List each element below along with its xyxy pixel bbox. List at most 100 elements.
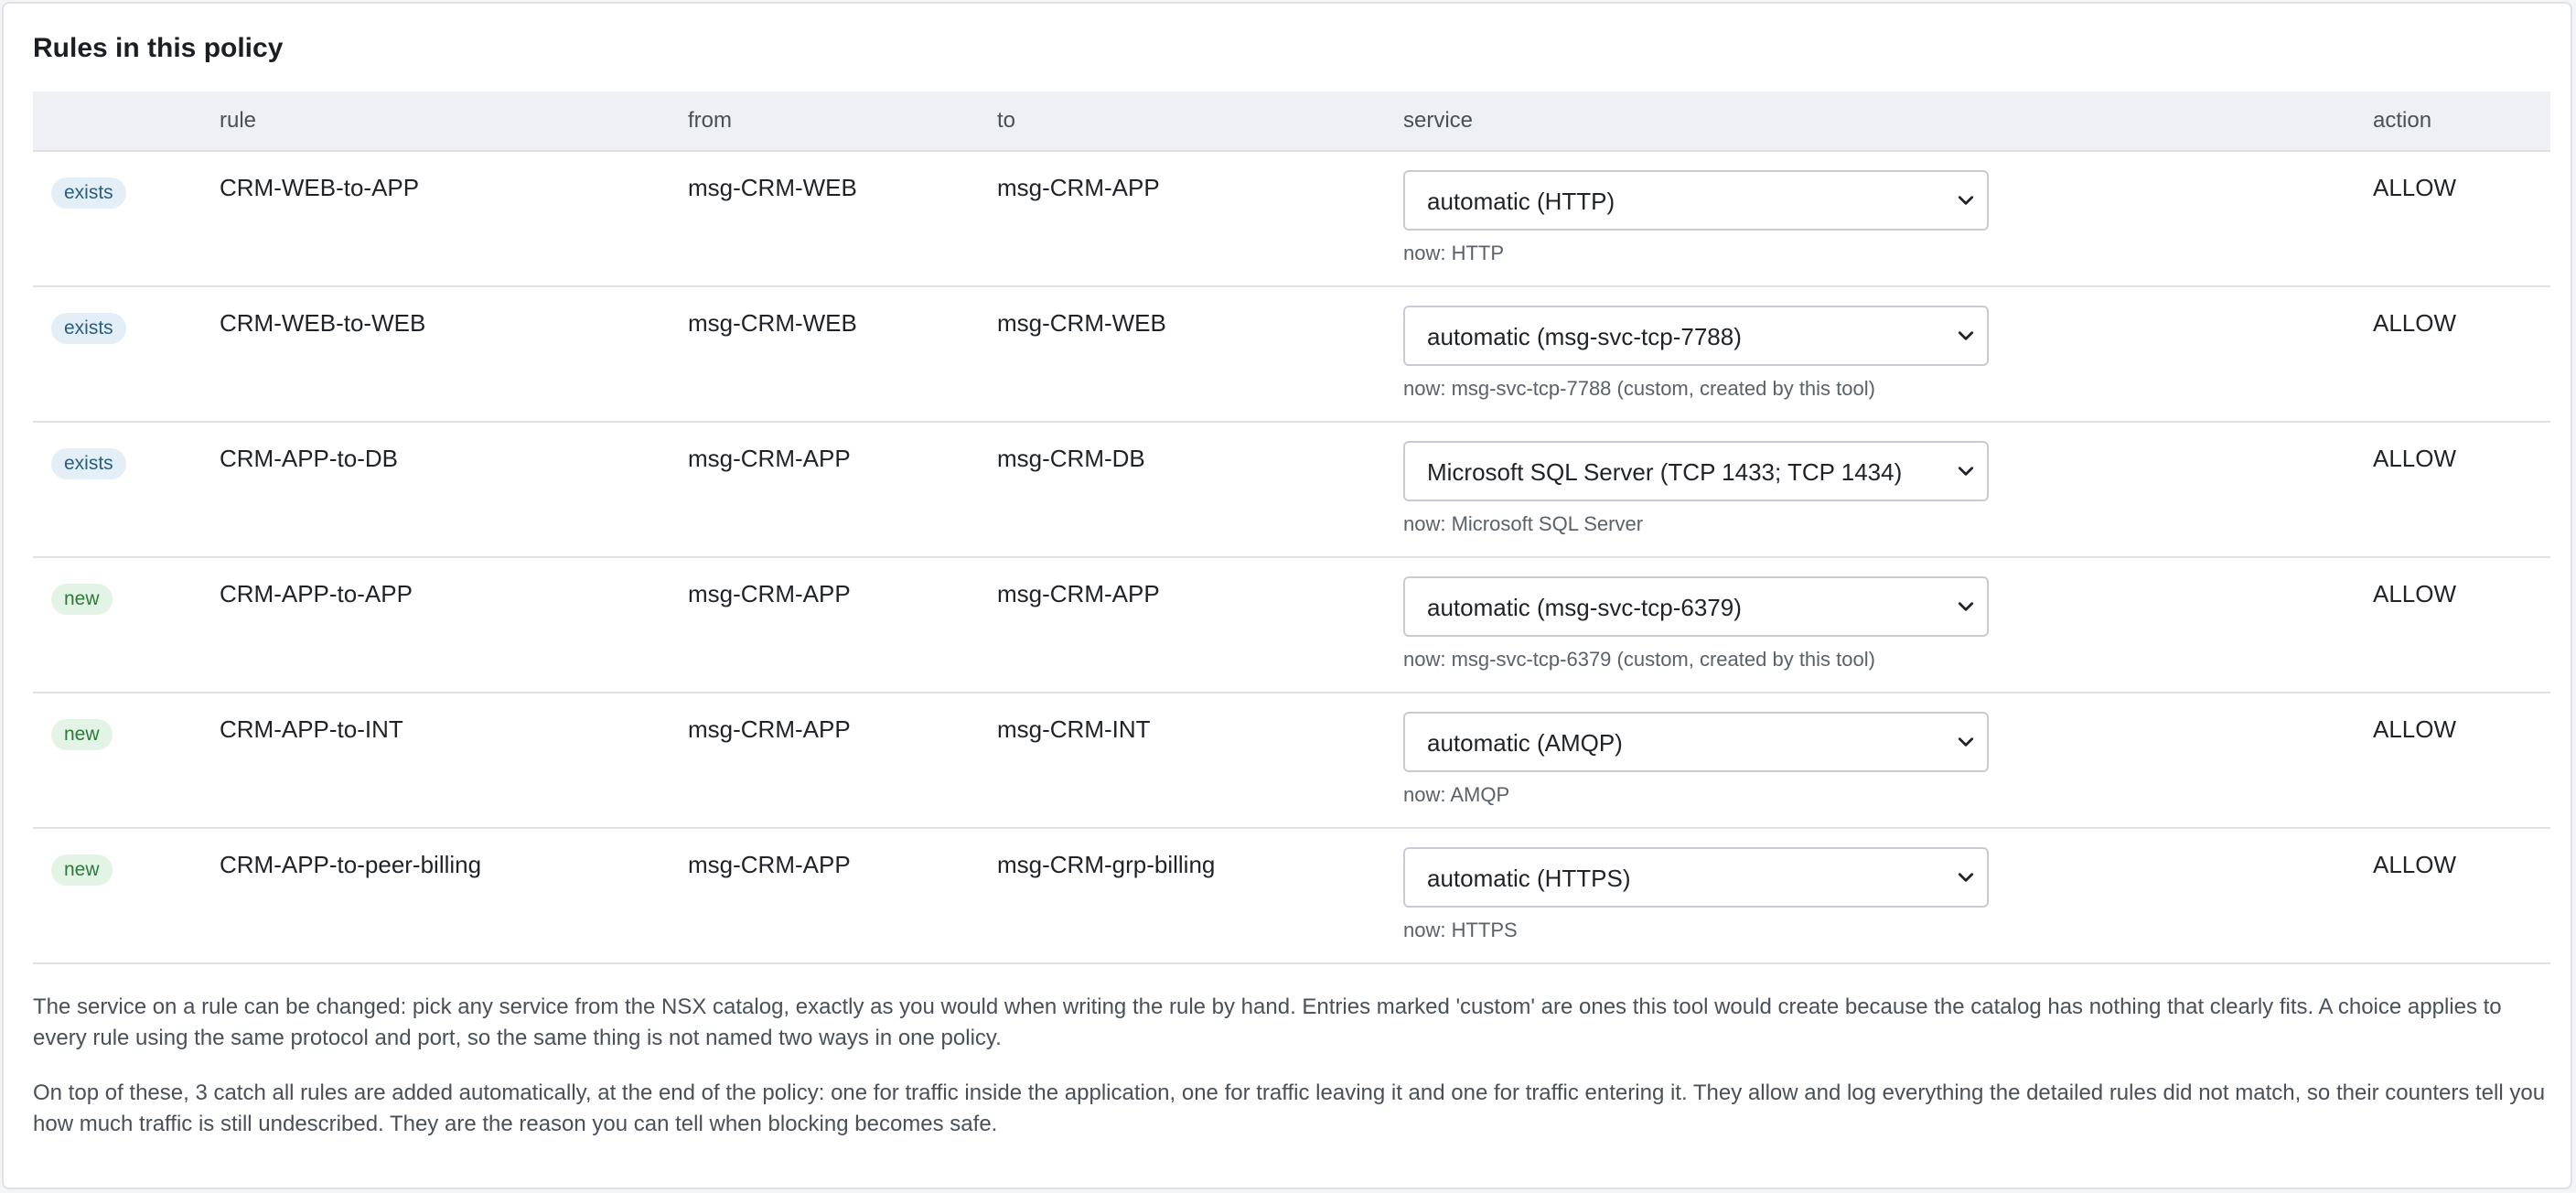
rule-name: CRM-APP-to-INT — [220, 715, 403, 743]
rule-to: msg-CRM-WEB — [997, 309, 1166, 337]
to-cell: msg-CRM-APP — [997, 151, 1403, 287]
chevron-down-icon — [1958, 873, 1974, 882]
service-select[interactable]: automatic (HTTPS) — [1403, 847, 1989, 908]
service-current-note: now: msg-svc-tcp-6379 (custom, created b… — [1403, 648, 1875, 671]
status-badge: new — [51, 854, 113, 886]
rule-to: msg-CRM-DB — [997, 445, 1145, 472]
from-cell: msg-CRM-APP — [688, 422, 997, 558]
to-cell: msg-CRM-WEB — [997, 286, 1403, 423]
table-row: exists CRM-APP-to-DB msg-CRM-APP msg-CRM… — [33, 422, 2550, 558]
service-select-value: automatic (msg-svc-tcp-6379) — [1427, 594, 1742, 621]
catch-all-note: On top of these, 3 catch all rules are a… — [33, 1080, 2546, 1136]
to-cell: msg-CRM-INT — [997, 693, 1403, 829]
status-cell: new — [33, 828, 220, 964]
chevron-down-icon — [1958, 467, 1974, 476]
status-cell: exists — [33, 422, 220, 558]
rules-table-body: exists CRM-WEB-to-APP msg-CRM-WEB msg-CR… — [33, 151, 2550, 964]
service-select[interactable]: automatic (AMQP) — [1403, 712, 1989, 772]
service-select-value: automatic (msg-svc-tcp-7788) — [1427, 323, 1742, 350]
status-cell: new — [33, 557, 220, 693]
rule-from: msg-CRM-WEB — [688, 174, 857, 201]
service-cell: automatic (msg-svc-tcp-6379) now: msg-sv… — [1403, 557, 2373, 693]
panel-title: Rules in this policy — [33, 33, 284, 63]
column-header-to: to — [997, 91, 1403, 152]
rule-from: msg-CRM-APP — [688, 851, 851, 878]
table-header-row: rule from to service action — [33, 91, 2550, 152]
to-cell: msg-CRM-APP — [997, 557, 1403, 693]
service-cell: automatic (HTTPS) now: HTTPS — [1403, 828, 2373, 964]
rule-cell: CRM-APP-to-DB — [220, 422, 688, 558]
status-cell: exists — [33, 151, 220, 287]
column-header-status — [33, 91, 220, 152]
rules-table: rule from to service action exists CRM-W… — [33, 91, 2550, 964]
table-row: new CRM-APP-to-peer-billing msg-CRM-APP … — [33, 828, 2550, 964]
status-badge: new — [51, 719, 113, 750]
action-cell: ALLOW — [2373, 286, 2550, 423]
column-header-service: service — [1403, 91, 2373, 152]
table-row: new CRM-APP-to-APP msg-CRM-APP msg-CRM-A… — [33, 557, 2550, 693]
rule-cell: CRM-APP-to-INT — [220, 693, 688, 829]
rule-to: msg-CRM-INT — [997, 715, 1151, 743]
status-cell: new — [33, 693, 220, 829]
service-current-note: now: HTTP — [1403, 242, 1505, 264]
rule-from: msg-CRM-APP — [688, 715, 851, 743]
to-cell: msg-CRM-DB — [997, 422, 1403, 558]
rule-name: CRM-APP-to-peer-billing — [220, 851, 482, 878]
service-current-note: now: AMQP — [1403, 783, 1510, 806]
column-header-action: action — [2373, 91, 2550, 152]
rule-name: CRM-WEB-to-APP — [220, 174, 420, 201]
action-cell: ALLOW — [2373, 151, 2550, 287]
rule-from: msg-CRM-WEB — [688, 309, 857, 337]
chevron-down-icon — [1958, 331, 1974, 340]
service-select-value: automatic (HTTP) — [1427, 188, 1615, 215]
rule-action: ALLOW — [2373, 309, 2457, 337]
status-badge: exists — [51, 177, 126, 209]
status-badge: new — [51, 584, 113, 615]
service-cell: automatic (HTTP) now: HTTP — [1403, 151, 2373, 287]
column-header-rule: rule — [220, 91, 688, 152]
from-cell: msg-CRM-APP — [688, 693, 997, 829]
rules-panel: Rules in this policy rule from to servic… — [2, 2, 2572, 1189]
column-header-from: from — [688, 91, 997, 152]
service-cell: automatic (msg-svc-tcp-7788) now: msg-sv… — [1403, 286, 2373, 423]
service-cell: Microsoft SQL Server (TCP 1433; TCP 1434… — [1403, 422, 2373, 558]
chevron-down-icon — [1958, 602, 1974, 611]
rule-action: ALLOW — [2373, 174, 2457, 201]
service-current-note: now: msg-svc-tcp-7788 (custom, created b… — [1403, 377, 1875, 400]
service-select-value: automatic (AMQP) — [1427, 729, 1623, 757]
rule-to: msg-CRM-APP — [997, 580, 1160, 607]
action-cell: ALLOW — [2373, 422, 2550, 558]
action-cell: ALLOW — [2373, 557, 2550, 693]
service-select[interactable]: Microsoft SQL Server (TCP 1433; TCP 1434… — [1403, 441, 1989, 501]
rule-from: msg-CRM-APP — [688, 445, 851, 472]
action-cell: ALLOW — [2373, 693, 2550, 829]
service-cell: automatic (AMQP) now: AMQP — [1403, 693, 2373, 829]
status-badge: exists — [51, 448, 126, 479]
from-cell: msg-CRM-APP — [688, 828, 997, 964]
to-cell: msg-CRM-grp-billing — [997, 828, 1403, 964]
status-cell: exists — [33, 286, 220, 423]
rule-action: ALLOW — [2373, 580, 2457, 607]
chevron-down-icon — [1958, 737, 1974, 747]
rule-name: CRM-APP-to-DB — [220, 445, 399, 472]
from-cell: msg-CRM-WEB — [688, 286, 997, 423]
rule-action: ALLOW — [2373, 445, 2457, 472]
table-row: exists CRM-WEB-to-APP msg-CRM-WEB msg-CR… — [33, 151, 2550, 287]
rule-cell: CRM-WEB-to-WEB — [220, 286, 688, 423]
service-select[interactable]: automatic (msg-svc-tcp-6379) — [1403, 576, 1989, 637]
table-row: exists CRM-WEB-to-WEB msg-CRM-WEB msg-CR… — [33, 286, 2550, 423]
from-cell: msg-CRM-APP — [688, 557, 997, 693]
rule-to: msg-CRM-APP — [997, 174, 1160, 201]
service-select[interactable]: automatic (msg-svc-tcp-7788) — [1403, 306, 1989, 366]
rule-cell: CRM-APP-to-peer-billing — [220, 828, 688, 964]
service-current-note: now: Microsoft SQL Server — [1403, 512, 1644, 535]
rule-action: ALLOW — [2373, 851, 2457, 878]
rule-from: msg-CRM-APP — [688, 580, 851, 607]
rule-action: ALLOW — [2373, 715, 2457, 743]
service-select[interactable]: automatic (HTTP) — [1403, 170, 1989, 231]
rule-to: msg-CRM-grp-billing — [997, 851, 1216, 878]
table-row: new CRM-APP-to-INT msg-CRM-APP msg-CRM-I… — [33, 693, 2550, 829]
service-current-note: now: HTTPS — [1403, 919, 1518, 941]
rule-name: CRM-APP-to-APP — [220, 580, 413, 607]
action-cell: ALLOW — [2373, 828, 2550, 964]
